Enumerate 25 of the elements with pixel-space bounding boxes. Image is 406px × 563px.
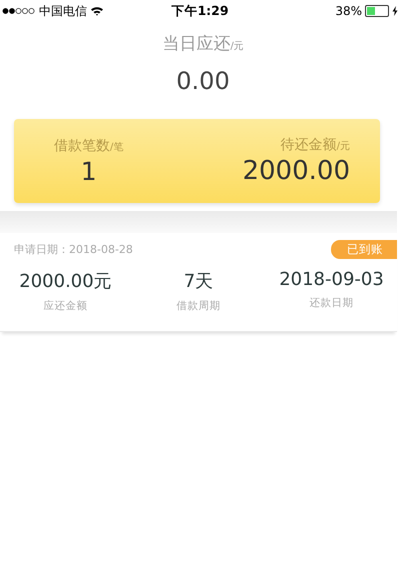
status-time: 下午1:29 bbox=[171, 2, 229, 20]
summary-label: 借款笔数 bbox=[54, 136, 110, 154]
unit-label: /笔 bbox=[110, 140, 124, 154]
loan-value: 2000.00元 bbox=[19, 270, 112, 293]
unit-label: /元 bbox=[336, 140, 350, 153]
loan-card[interactable]: 申请日期：2018-08-28 已到账 2000.00元 应还金额 7天 借款周期 2018-09-03 还款日期 bbox=[0, 233, 397, 332]
loan-label: 借款周期 bbox=[176, 299, 220, 313]
loan-value: 7天 bbox=[184, 270, 214, 293]
charging-icon bbox=[392, 6, 398, 16]
wifi-icon bbox=[90, 6, 104, 16]
loan-label: 还款日期 bbox=[310, 296, 354, 310]
carrier-name: 中国电信 bbox=[39, 2, 87, 20]
summary-label: 待还金额 bbox=[280, 136, 337, 154]
battery-percent: 38% bbox=[335, 4, 362, 18]
today-due-label: 当日应还 bbox=[162, 33, 230, 55]
summary-value: 2000.00 bbox=[242, 156, 350, 186]
summary-value: 1 bbox=[80, 156, 97, 186]
loan-label: 应还金额 bbox=[44, 299, 88, 313]
today-due-amount: 0.00 bbox=[176, 67, 230, 95]
unit-label: /元 bbox=[230, 40, 244, 53]
status-badge: 已到账 bbox=[331, 240, 397, 259]
battery-icon bbox=[365, 5, 389, 17]
signal-icon bbox=[2, 7, 36, 15]
apply-date: 申请日期：2018-08-28 bbox=[14, 242, 133, 257]
loan-value: 2018-09-03 bbox=[279, 269, 384, 290]
